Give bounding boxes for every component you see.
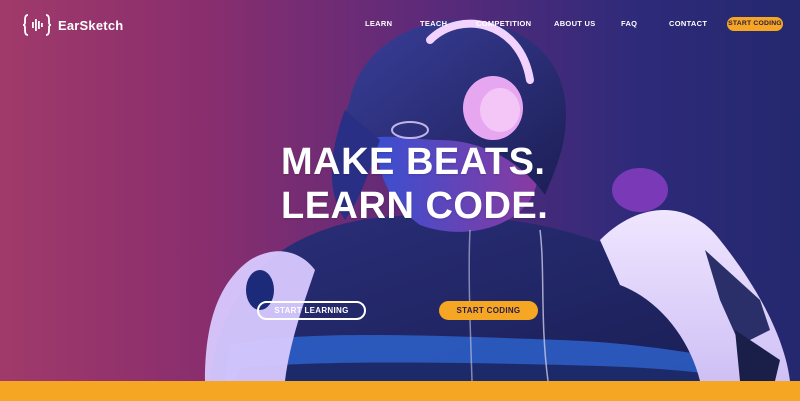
nav-start-coding-button[interactable]: START CODING: [727, 17, 783, 31]
hero-section: EarSketch LEARN TEACH COMPETITION ABOUT …: [0, 0, 800, 381]
top-navigation: EarSketch LEARN TEACH COMPETITION ABOUT …: [0, 0, 800, 50]
nav-item-about-us[interactable]: ABOUT US: [554, 19, 596, 28]
headline-line-2: LEARN CODE.: [281, 185, 549, 227]
nav-item-competition[interactable]: COMPETITION: [476, 19, 531, 28]
bottom-accent-band: [0, 381, 800, 401]
headline-line-1: MAKE BEATS.: [281, 141, 546, 183]
earsketch-logo-icon: [22, 14, 52, 36]
nav-item-learn[interactable]: LEARN: [365, 19, 392, 28]
hero-headline: MAKE BEATS. LEARN CODE.: [281, 140, 548, 228]
brand-name: EarSketch: [58, 17, 124, 33]
nav-item-teach[interactable]: TEACH: [420, 19, 447, 28]
nav-item-contact[interactable]: CONTACT: [669, 19, 707, 28]
start-learning-button[interactable]: START LEARNING: [257, 301, 366, 320]
brand-logo[interactable]: EarSketch: [22, 12, 123, 38]
start-coding-button[interactable]: START CODING: [439, 301, 538, 320]
nav-item-faq[interactable]: FAQ: [621, 19, 637, 28]
